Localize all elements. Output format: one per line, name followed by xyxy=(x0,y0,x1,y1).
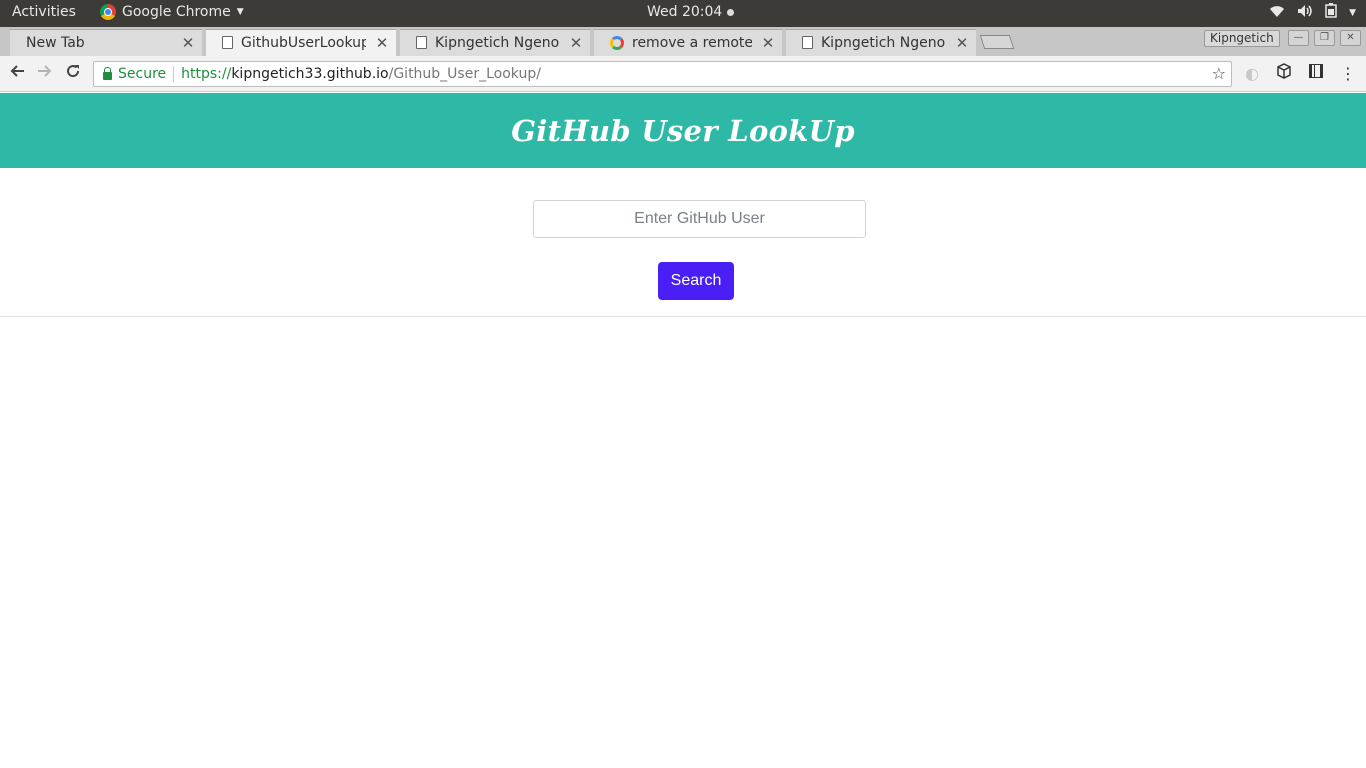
close-window-icon[interactable]: ✕ xyxy=(1340,30,1361,46)
search-field-wrapper xyxy=(533,200,866,238)
clock-label: Wed 20:04 xyxy=(647,4,723,20)
secure-label[interactable]: Secure xyxy=(118,66,166,82)
tab-kipngetich-ngeno-1[interactable]: Kipngetich Ngeno ✕ xyxy=(400,29,590,56)
close-tab-icon[interactable]: ✕ xyxy=(568,34,584,52)
page-content: GitHub User LookUp Search xyxy=(0,93,1366,768)
extension-film-icon[interactable] xyxy=(1305,63,1327,85)
volume-icon[interactable] xyxy=(1297,4,1313,22)
close-tab-icon[interactable]: ✕ xyxy=(954,34,970,52)
clock[interactable]: Wed 20:04 xyxy=(647,4,735,20)
tab-remove-a-remote[interactable]: remove a remote fr ✕ xyxy=(594,29,782,56)
profile-button[interactable]: Kipngetich xyxy=(1204,30,1280,47)
page-header: GitHub User LookUp xyxy=(0,93,1366,168)
wifi-icon[interactable] xyxy=(1269,4,1285,22)
system-tray[interactable]: ▼ xyxy=(1269,3,1356,22)
extension-disabled-icon[interactable]: ◐ xyxy=(1241,63,1263,85)
tab-new-tab[interactable]: New Tab ✕ xyxy=(10,29,202,56)
tab-title: remove a remote fr xyxy=(632,34,752,51)
maximize-icon[interactable]: ❐ xyxy=(1314,30,1335,46)
tab-githubuserlookup[interactable]: GithubUserLookup ✕ xyxy=(206,29,396,56)
tab-title: Kipngetich Ngeno xyxy=(821,34,946,51)
google-icon xyxy=(610,35,624,50)
tab-title: New Tab xyxy=(26,34,85,51)
url-path: /Github_User_Lookup/ xyxy=(388,66,541,82)
page-title: GitHub User LookUp xyxy=(511,113,855,148)
bookmark-star-icon[interactable]: ☆ xyxy=(1212,64,1226,83)
system-top-bar: Activities Google Chrome ▼ Wed 20:04 ▼ xyxy=(0,0,1366,27)
activities-button[interactable]: Activities xyxy=(12,4,76,20)
menu-kebab-icon[interactable]: ⋮ xyxy=(1337,63,1359,85)
minimize-icon[interactable]: — xyxy=(1288,30,1309,46)
close-tab-icon[interactable]: ✕ xyxy=(180,34,196,52)
extension-cube-icon[interactable] xyxy=(1273,63,1295,85)
caret-down-icon: ▼ xyxy=(236,7,244,17)
address-bar[interactable]: Secure https:// kipngetich33.github.io /… xyxy=(93,61,1232,87)
battery-icon[interactable] xyxy=(1325,3,1337,22)
content-divider xyxy=(0,316,1366,317)
chrome-logo-icon xyxy=(100,4,116,20)
system-menu-caret-icon[interactable]: ▼ xyxy=(1349,8,1356,18)
app-menu-label: Google Chrome xyxy=(122,4,231,20)
search-button[interactable]: Search xyxy=(658,262,734,300)
page-icon xyxy=(416,36,427,49)
omnibox-divider xyxy=(173,66,175,82)
page-icon xyxy=(802,36,813,49)
search-input[interactable] xyxy=(533,200,866,238)
close-tab-icon[interactable]: ✕ xyxy=(760,34,776,52)
reload-icon[interactable] xyxy=(62,63,84,85)
app-menu[interactable]: Google Chrome ▼ xyxy=(100,4,244,20)
back-arrow-icon[interactable] xyxy=(6,63,28,85)
tab-strip: New Tab ✕ GithubUserLookup ✕ Kipngetich … xyxy=(0,27,1366,56)
close-tab-icon[interactable]: ✕ xyxy=(374,34,390,52)
tab-title: Kipngetich Ngeno xyxy=(435,34,560,51)
url-scheme: https:// xyxy=(181,66,232,82)
tab-title: GithubUserLookup xyxy=(241,34,366,51)
page-icon xyxy=(222,36,233,49)
lock-icon[interactable] xyxy=(103,66,112,80)
browser-toolbar: Secure https:// kipngetich33.github.io /… xyxy=(0,56,1366,92)
tab-kipngetich-ngeno-2[interactable]: Kipngetich Ngeno ✕ xyxy=(786,29,976,56)
forward-arrow-icon[interactable] xyxy=(34,63,56,85)
notification-dot-icon xyxy=(727,8,735,16)
url-host: kipngetich33.github.io xyxy=(231,66,389,82)
new-tab-button[interactable] xyxy=(979,35,1015,49)
